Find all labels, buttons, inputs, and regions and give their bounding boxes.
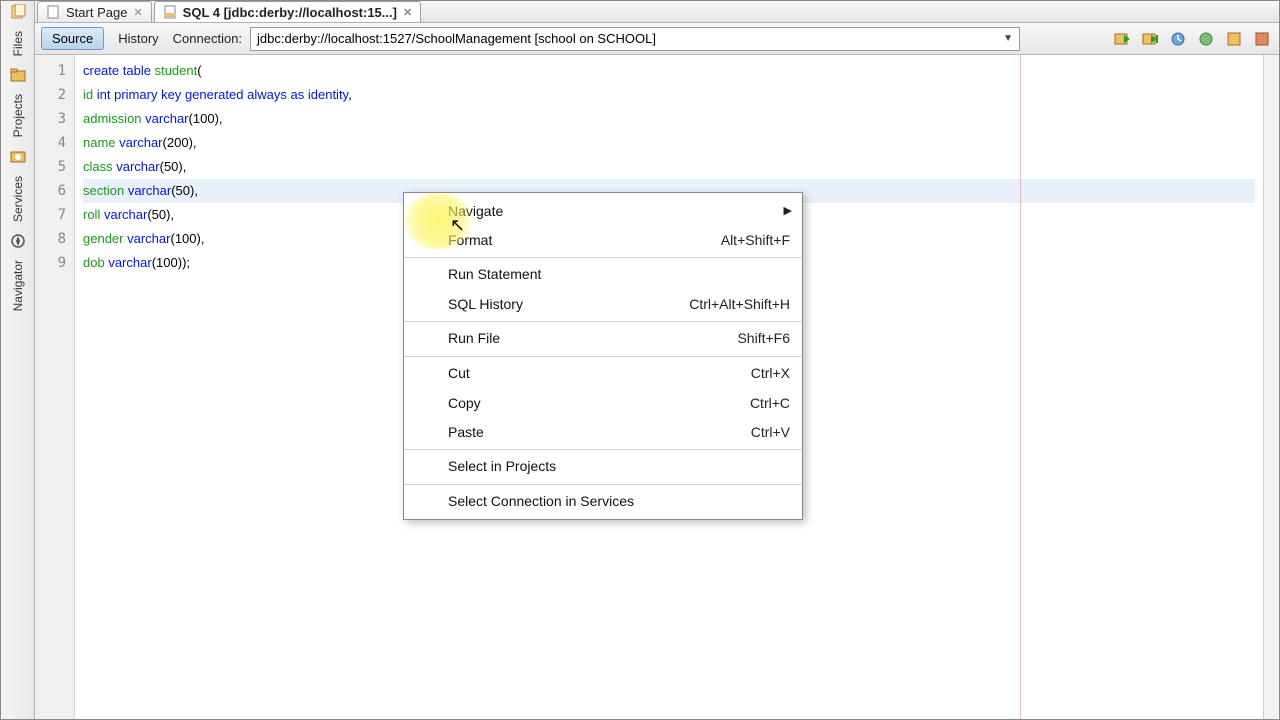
close-icon[interactable]: ✕ <box>403 6 412 19</box>
toolbar-icon-4[interactable] <box>1195 28 1217 50</box>
sql-history-icon[interactable] <box>1167 28 1189 50</box>
context-menu-shortcut: Alt+Shift+F <box>721 232 790 248</box>
line-number: 4 <box>35 131 74 155</box>
left-rail: Files Projects Services Navigator <box>1 1 35 719</box>
context-menu-shortcut: Shift+F6 <box>737 330 790 346</box>
context-menu-item[interactable]: CopyCtrl+C <box>404 388 802 417</box>
toolbar-icon-5[interactable] <box>1223 28 1245 50</box>
context-menu-label: Select Connection in Services <box>448 493 790 509</box>
connection-label: Connection: <box>173 31 242 46</box>
context-menu-shortcut: Ctrl+C <box>750 395 790 411</box>
line-number: 9 <box>35 251 74 275</box>
navigator-icon[interactable] <box>9 232 27 250</box>
context-menu-item[interactable]: Select in Projects <box>404 449 802 481</box>
source-button[interactable]: Source <box>41 27 104 50</box>
tab-label: Start Page <box>66 5 127 20</box>
context-menu-shortcut: Ctrl+V <box>751 424 790 440</box>
vertical-scrollbar[interactable] <box>1263 55 1279 719</box>
tab-label: SQL 4 [jdbc:derby://localhost:15...] <box>183 5 397 20</box>
context-menu-label: Run File <box>448 330 737 346</box>
context-menu-item[interactable]: Select Connection in Services <box>404 484 802 516</box>
line-number: 8 <box>35 227 74 251</box>
sql-file-icon <box>163 5 177 19</box>
context-menu-item[interactable]: Navigate▶ <box>404 196 802 225</box>
code-line[interactable]: create table student( <box>83 59 1255 83</box>
context-menu-item[interactable]: SQL HistoryCtrl+Alt+Shift+H <box>404 289 802 318</box>
line-number: 6 <box>35 179 74 203</box>
close-icon[interactable]: ✕ <box>133 6 142 19</box>
context-menu-shortcut: Ctrl+Alt+Shift+H <box>689 296 790 312</box>
context-menu-label: Navigate <box>448 203 790 219</box>
tab-start-page[interactable]: Start Page ✕ <box>37 1 152 22</box>
page-icon <box>46 5 60 19</box>
context-menu-item[interactable]: FormatAlt+Shift+F <box>404 225 802 254</box>
context-menu-item[interactable]: Run Statement <box>404 257 802 289</box>
code-line[interactable]: name varchar(200), <box>83 131 1255 155</box>
chevron-right-icon: ▶ <box>784 204 792 217</box>
context-menu-label: Run Statement <box>448 266 790 282</box>
context-menu-label: Copy <box>448 395 750 411</box>
code-line[interactable]: class varchar(50), <box>83 155 1255 179</box>
run-sql-icon[interactable] <box>1111 28 1133 50</box>
editor-toolbar: Source History Connection: jdbc:derby://… <box>35 23 1279 55</box>
context-menu: Navigate▶FormatAlt+Shift+FRun StatementS… <box>403 192 803 520</box>
tab-strip: Start Page ✕ SQL 4 [jdbc:derby://localho… <box>35 1 1279 23</box>
history-button[interactable]: History <box>112 27 164 50</box>
code-line[interactable]: id int primary key generated always as i… <box>83 83 1255 107</box>
sidebar-navigator[interactable]: Navigator <box>9 254 27 317</box>
context-menu-label: Select in Projects <box>448 458 790 474</box>
right-margin-line <box>1020 55 1021 719</box>
sidebar-projects[interactable]: Projects <box>9 88 27 143</box>
tab-sql4[interactable]: SQL 4 [jdbc:derby://localhost:15...] ✕ <box>154 1 422 22</box>
line-number: 3 <box>35 107 74 131</box>
line-number: 1 <box>35 59 74 83</box>
files-icon[interactable] <box>9 3 27 21</box>
context-menu-item[interactable]: Run FileShift+F6 <box>404 321 802 353</box>
context-menu-label: Paste <box>448 424 751 440</box>
connection-value: jdbc:derby://localhost:1527/SchoolManage… <box>257 31 656 46</box>
context-menu-label: Cut <box>448 365 751 381</box>
context-menu-shortcut: Ctrl+X <box>751 365 790 381</box>
context-menu-label: SQL History <box>448 296 689 312</box>
sidebar-services[interactable]: Services <box>9 170 27 228</box>
context-menu-item[interactable]: CutCtrl+X <box>404 356 802 388</box>
line-number: 5 <box>35 155 74 179</box>
connection-dropdown[interactable]: jdbc:derby://localhost:1527/SchoolManage… <box>250 27 1020 51</box>
line-number: 7 <box>35 203 74 227</box>
toolbar-icon-6[interactable] <box>1251 28 1273 50</box>
chevron-down-icon[interactable]: ▼ <box>1003 33 1013 44</box>
sidebar-files[interactable]: Files <box>9 25 27 62</box>
projects-icon[interactable] <box>9 66 27 84</box>
code-line[interactable]: admission varchar(100), <box>83 107 1255 131</box>
run-statement-icon[interactable] <box>1139 28 1161 50</box>
services-icon[interactable] <box>9 148 27 166</box>
context-menu-label: Format <box>448 232 721 248</box>
context-menu-item[interactable]: PasteCtrl+V <box>404 417 802 446</box>
line-number: 2 <box>35 83 74 107</box>
line-gutter: 123456789 <box>35 55 75 719</box>
